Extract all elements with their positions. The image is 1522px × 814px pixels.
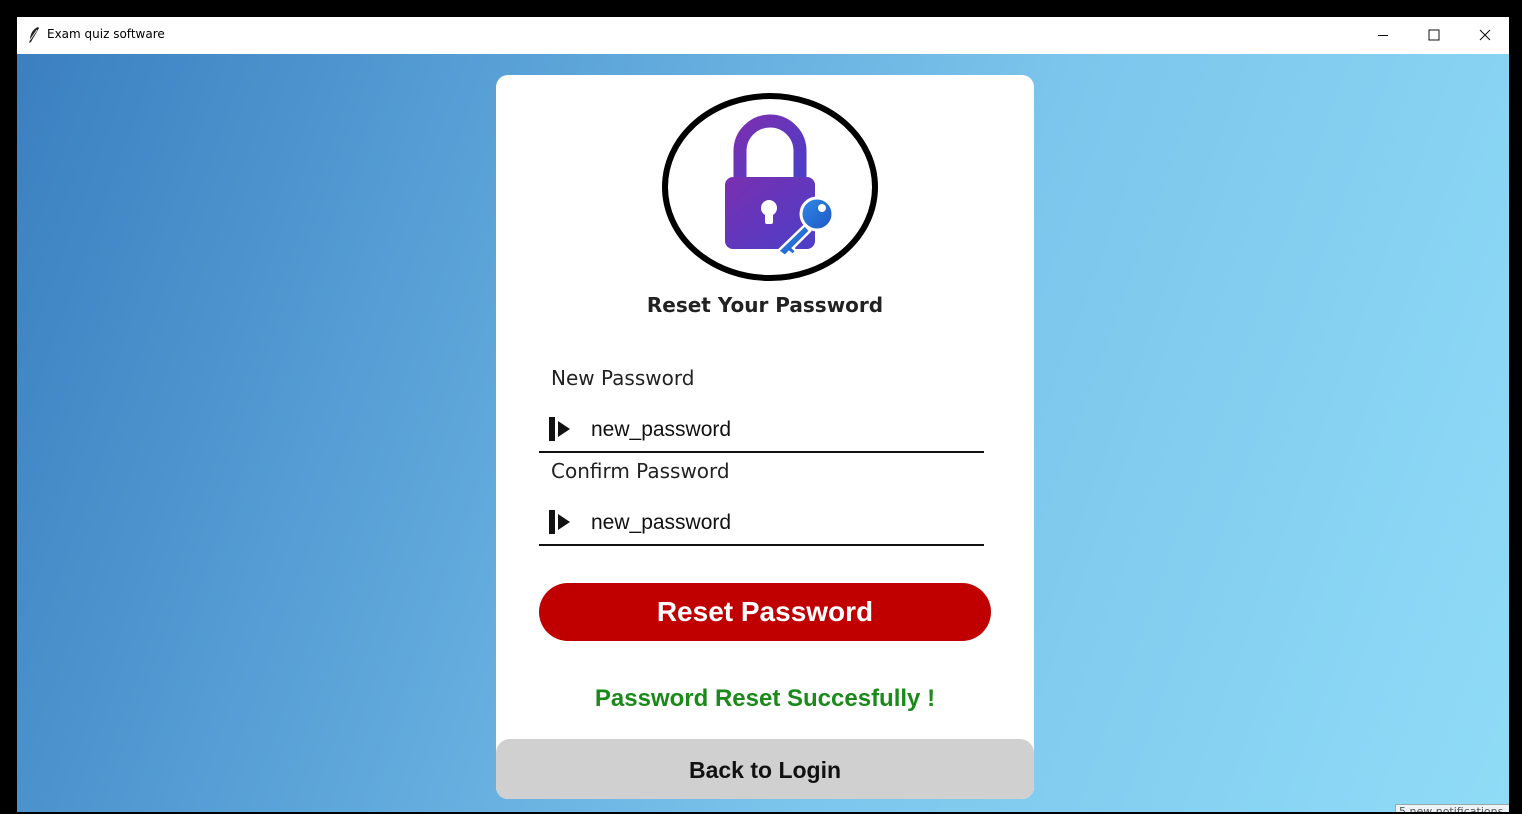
minimize-icon xyxy=(1378,35,1388,36)
reset-password-button[interactable]: Reset Password xyxy=(539,583,991,641)
title-bar: Exam quiz software xyxy=(17,17,1509,54)
confirm-password-input[interactable] xyxy=(591,508,971,538)
maximize-icon xyxy=(1428,29,1440,41)
confirm-password-field[interactable] xyxy=(539,502,984,546)
screenshot-frame: Exam quiz software Reset Your Password N… xyxy=(5,5,1517,812)
login-arrow-icon xyxy=(549,417,570,441)
back-to-login-button[interactable]: Back to Login xyxy=(496,739,1034,799)
close-icon xyxy=(1479,29,1491,41)
maximize-button[interactable] xyxy=(1409,17,1459,53)
new-password-label: New Password xyxy=(551,366,695,390)
feather-icon xyxy=(29,27,39,43)
page-heading: Reset Your Password xyxy=(646,293,884,317)
new-password-input[interactable] xyxy=(591,415,971,445)
padlock-key-icon xyxy=(662,93,878,281)
login-arrow-icon xyxy=(549,510,570,534)
window-title: Exam quiz software xyxy=(47,27,165,41)
status-message: Password Reset Succesfully ! xyxy=(594,685,936,712)
notification-toast[interactable]: 5 new notifications xyxy=(1395,804,1509,812)
app-content: Reset Your Password New Password Confirm… xyxy=(17,54,1509,812)
new-password-field[interactable] xyxy=(539,409,984,453)
reset-password-card: Reset Your Password New Password Confirm… xyxy=(496,75,1034,799)
app-window: Exam quiz software Reset Your Password N… xyxy=(17,17,1509,812)
confirm-password-label: Confirm Password xyxy=(551,459,730,483)
minimize-button[interactable] xyxy=(1358,17,1408,53)
close-button[interactable] xyxy=(1460,17,1509,53)
